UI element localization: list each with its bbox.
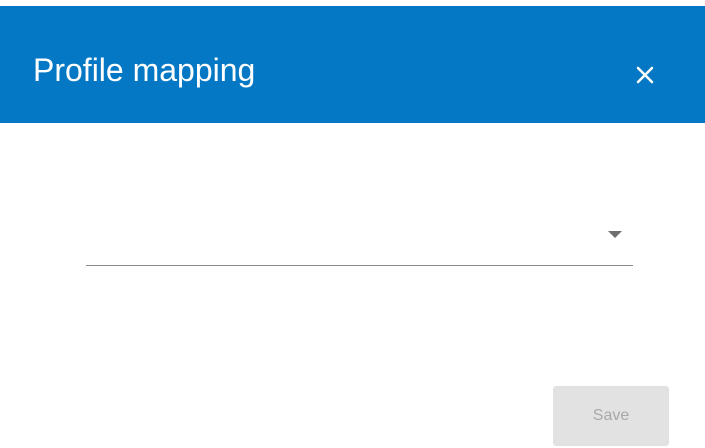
caret-down-icon	[608, 231, 622, 238]
dialog-title: Profile mapping	[33, 52, 256, 88]
save-button[interactable]: Save	[553, 386, 669, 446]
close-button[interactable]	[621, 51, 669, 99]
profile-mapping-dialog: Profile mapping Save	[0, 0, 705, 448]
profile-select[interactable]	[86, 206, 633, 266]
close-icon	[635, 65, 655, 85]
dialog-header: Profile mapping	[0, 6, 705, 123]
